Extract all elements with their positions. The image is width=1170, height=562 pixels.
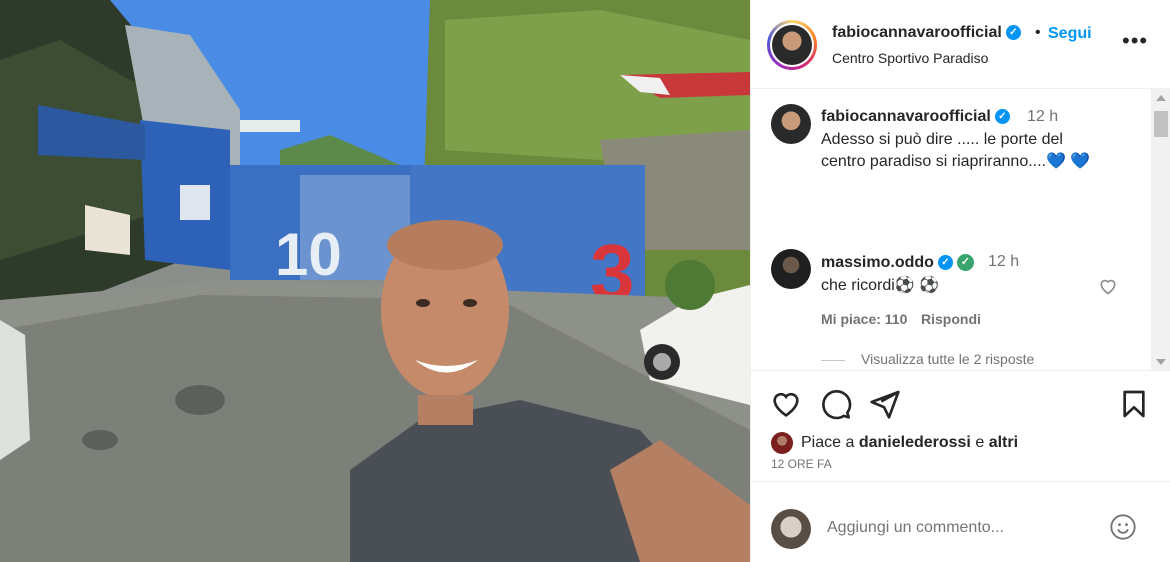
follow-button[interactable]: Segui [1048,25,1092,43]
share-icon[interactable] [869,388,901,420]
reply-button[interactable]: Rispondi [921,311,981,327]
comment-time[interactable]: 12 h [988,253,1019,271]
check-badge-icon: ✓ [956,254,974,272]
photo-illustration: 3 10 [0,0,750,562]
caption-text: Adesso si può dire ..... le porte del ce… [821,129,1090,173]
comments-section[interactable]: fabiocannavaroofficial ✓ 12 h Adesso si p… [751,89,1170,371]
likes-summary[interactable]: Piace a danielederossi e altri [771,432,1018,454]
location-link[interactable]: Centro Sportivo Paradiso [832,50,988,66]
reply-divider [821,359,845,361]
liker-avatar[interactable] [771,432,793,454]
scroll-thumb[interactable] [1154,111,1168,137]
verified-icon: ✓ [937,255,953,271]
bookmark-icon[interactable] [1118,388,1150,420]
verified-icon: ✓ [994,109,1010,125]
comment-text: che ricordi⚽ ⚽ 󠁿󠁿 [821,277,944,294]
author-avatar[interactable] [767,20,817,70]
author-username[interactable]: fabiocannavaroofficial ✓ [832,24,1021,42]
avatar-photo [772,25,812,65]
post-sidebar: fabiocannavaroofficial ✓ • Segui Centro S… [750,0,1170,562]
caption-line-2: centro paradiso si riapriranno....💙 💙 [821,151,1090,173]
caption-line-2-text: centro paradiso si riapriranno.... [821,153,1046,170]
scroll-up-icon[interactable] [1156,95,1166,101]
svg-text:10: 10 [275,221,342,288]
comment-username[interactable]: massimo.oddo ✓ ✓ [821,254,974,272]
comment-icon[interactable] [820,388,852,420]
caption-username[interactable]: fabiocannavaroofficial ✓ [821,108,1010,126]
view-replies-text[interactable]: Visualizza tutte le 2 risposte [861,351,1034,367]
post-header: fabiocannavaroofficial ✓ • Segui Centro S… [751,0,1170,89]
caption-avatar[interactable] [771,104,811,144]
caption-username-text[interactable]: fabiocannavaroofficial [821,108,991,125]
more-icon[interactable]: ••• [1122,30,1147,56]
comments-scrollbar[interactable] [1151,89,1170,370]
author-username-text[interactable]: fabiocannavaroofficial [832,24,1002,41]
comment-input[interactable] [827,519,1087,537]
add-comment-bar [751,481,1170,562]
verified-icon: ✓ [1005,25,1021,41]
post-actions: Piace a danielederossi e altri 12 ORE FA [751,371,1170,481]
post-photo[interactable]: 3 10 [0,0,750,562]
liker-username[interactable]: danielederossi [859,434,971,451]
likes-joiner: e [975,434,985,452]
heart-icon[interactable] [770,388,802,420]
caption-hearts: 💙 💙 [1046,153,1091,170]
current-user-avatar [771,509,811,549]
post-timestamp[interactable]: 12 ORE FA [771,457,832,471]
instagram-post: 3 10 fabiocannavaroofficial ✓ • Segui Ce… [0,0,1170,562]
view-replies-button[interactable]: Visualizza tutte le 2 risposte [821,351,1034,367]
header-separator: • [1035,24,1041,41]
likes-others[interactable]: altri [989,434,1018,451]
caption-line-1: Adesso si può dire ..... le porte del [821,131,1063,148]
emoji-icon[interactable] [1109,513,1137,546]
comment-likes[interactable]: Mi piace: 110 [821,311,907,327]
scroll-down-icon[interactable] [1156,359,1166,365]
likes-prefix: Piace a [801,434,855,452]
caption-time[interactable]: 12 h [1027,108,1058,126]
comment-username-text[interactable]: massimo.oddo [821,254,934,271]
comment-avatar[interactable] [771,249,811,289]
comment-like-icon[interactable] [1098,276,1118,301]
